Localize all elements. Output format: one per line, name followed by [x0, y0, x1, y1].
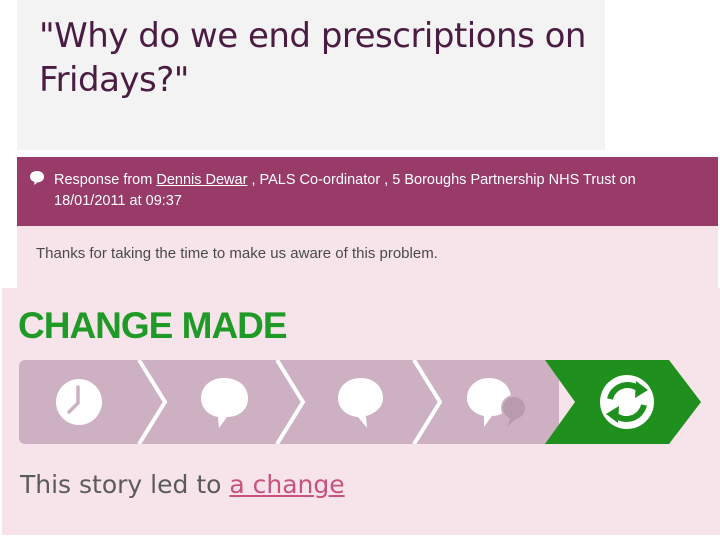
response-on: on — [615, 172, 636, 188]
separator: , — [247, 172, 260, 188]
responder-link[interactable]: Dennis Dewar — [156, 172, 247, 188]
progress-track — [19, 360, 703, 444]
progress-step-5-current[interactable] — [541, 360, 703, 444]
response-body: Thanks for taking the time to make us aw… — [17, 226, 718, 288]
reply-bubble-icon — [338, 378, 383, 428]
progress-step-1[interactable] — [19, 360, 169, 444]
speech-bubble-icon — [201, 378, 248, 428]
response-header: Response from Dennis Dewar , PALS Co-ord… — [17, 157, 718, 226]
refresh-icon — [597, 372, 657, 432]
speech-bubble-icon — [30, 171, 44, 185]
story-outcome: This story led to a change — [20, 470, 345, 499]
story-card: "Why do we end prescriptions on Fridays?… — [17, 0, 605, 150]
separator: , — [380, 172, 393, 188]
conversation-icon — [467, 378, 527, 427]
change-status-heading: CHANGE MADE — [18, 305, 288, 346]
progress-step-2[interactable] — [167, 360, 307, 444]
story-title: "Why do we end prescriptions on Fridays?… — [39, 16, 586, 100]
response-meta: Response from Dennis Dewar , PALS Co-ord… — [54, 170, 709, 212]
responder-role: PALS Co-ordinator — [259, 172, 381, 188]
response-message: Thanks for taking the time to make us aw… — [36, 245, 438, 262]
response-date: 18/01/2011 at 09:37 — [54, 193, 182, 209]
change-status-panel: CHANGE MADE This story led to a change — [2, 288, 720, 535]
progress-step-3[interactable] — [304, 360, 444, 444]
outcome-prefix: This story led to — [20, 470, 230, 499]
change-link[interactable]: a change — [229, 470, 344, 499]
responder-organisation: 5 Boroughs Partnership NHS Trust — [392, 172, 616, 188]
response-prefix: Response from — [54, 172, 157, 188]
